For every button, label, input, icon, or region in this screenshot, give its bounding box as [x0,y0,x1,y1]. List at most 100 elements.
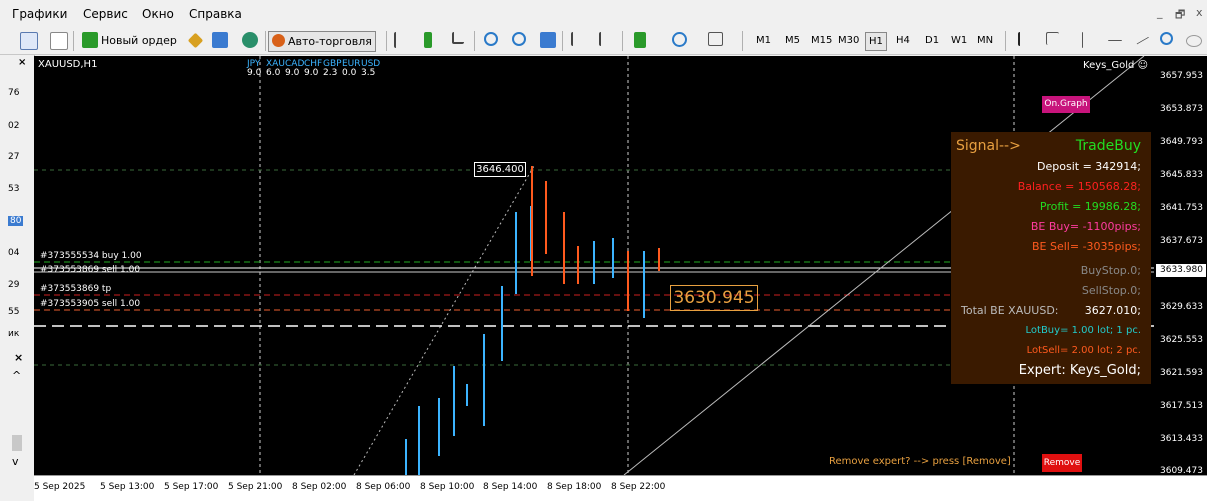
price-label: 3657.953 [1160,71,1203,81]
time-label: 8 Sep 18:00 [547,482,602,492]
zoom-in-icon[interactable] [484,32,498,46]
time-label: 8 Sep 14:00 [483,482,538,492]
balance: Balance = 150568.28; [1017,180,1141,193]
line-chart-icon[interactable] [452,32,464,44]
tf-m1[interactable]: M1 [753,32,774,49]
crosshair-icon[interactable] [1046,32,1059,45]
price-label: 3617.513 [1160,401,1203,411]
price-label: 3637.673 [1160,236,1203,246]
new-order-icon[interactable] [82,32,98,48]
chart-area[interactable]: XAUUSD,H1 JPY XAU CAD CHF GBP EUR USD 9.… [34,56,1154,475]
tf-m5[interactable]: M5 [782,32,803,49]
currency-value: 3.5 [361,68,376,78]
price-label: 3645.833 [1160,170,1203,180]
trendline-icon[interactable] [1136,36,1150,46]
order-label: #373553869 sell 1.00 [40,265,141,275]
profiles-icon[interactable] [50,32,68,50]
new-order-button[interactable]: Новый ордер [101,31,177,50]
menu-service[interactable]: Сервис [83,7,128,21]
total-be-value: 3627.010; [1084,304,1141,317]
candle-chart-icon[interactable] [424,32,432,48]
trade-signal: TradeBuy [1075,138,1141,154]
remove-button[interactable]: Remove [1042,454,1082,472]
left-panel: × 76 02 27 53 80 04 29 55 ик × ^ v [0,55,35,500]
vertical-line-icon[interactable] [1082,32,1084,48]
order-label: #373555534 buy 1.00 [40,251,142,261]
minimize-icon[interactable]: _ [1157,6,1163,19]
left-panel-value: 04 [8,248,20,258]
horizontal-line-icon[interactable] [1108,40,1122,42]
indicators-icon[interactable] [634,32,646,48]
tf-d1[interactable]: D1 [922,32,942,49]
time-label: 8 Sep 02:00 [292,482,347,492]
price-label: 3629.633 [1160,302,1203,312]
currency-value: 9.0 [304,68,319,78]
high-price-label: 3646.400 [474,162,526,177]
signal-label: Signal--> [956,138,1021,154]
time-label: 5 Sep 13:00 [100,482,155,492]
left-panel-value-selected[interactable]: 80 [8,216,24,226]
restore-icon[interactable]: 🗗 [1175,6,1185,25]
left-panel-value: 53 [8,184,20,194]
currency-value: 6.0 [266,68,281,78]
scroll-up-icon[interactable]: ^ [12,369,21,382]
scrollbar-thumb[interactable] [12,435,22,451]
close-icon[interactable]: x [1196,6,1203,19]
auto-trading-button[interactable]: Авто-торговля [268,31,376,52]
toolbar: Новый ордер Авто-торговля M1 M5 M15 M30 … [0,28,1207,55]
panel2-close-icon[interactable]: × [14,351,23,364]
expert-name-label: Keys_Gold ☺ [1083,60,1148,71]
tf-mn[interactable]: MN [974,32,996,49]
navigator-icon[interactable] [212,32,228,48]
sellstop: SellStop.0; [1081,284,1141,297]
tf-m15[interactable]: M15 [808,32,835,49]
tf-h4[interactable]: H4 [893,32,913,49]
price-label: 3649.793 [1160,137,1203,147]
time-label: 8 Sep 22:00 [611,482,666,492]
on-graph-button[interactable]: On.Graph [1042,96,1090,113]
time-scale: 5 Sep 2025 5 Sep 13:00 5 Sep 17:00 5 Sep… [34,475,1207,501]
time-label: 5 Sep 2025 [34,482,86,492]
price-label: 3613.433 [1160,434,1203,444]
chart-shift-icon[interactable] [571,32,583,46]
search-icon[interactable] [1160,32,1173,45]
remove-message: Remove expert? --> press [Remove] [829,456,1011,467]
new-chart-icon[interactable] [20,32,38,50]
symbol-label: XAUUSD,H1 [38,59,98,70]
menu-window[interactable]: Окно [142,7,174,21]
tf-m30[interactable]: M30 [835,32,862,49]
smiley-icon: ☺ [1137,60,1148,71]
menu-charts[interactable]: Графики [12,7,67,21]
scroll-down-icon[interactable]: v [12,455,19,468]
deposit: Deposit = 342914; [1037,160,1141,173]
be-sell: BE Sell= -3035pips; [1032,240,1141,253]
left-panel-value: 76 [8,88,20,98]
cursor-icon[interactable] [1018,32,1028,46]
left-panel-value: ик [8,329,20,339]
market-watch-icon[interactable] [187,32,204,49]
tile-windows-icon[interactable] [540,32,556,48]
chat-icon[interactable] [1186,35,1202,47]
autoscroll-icon[interactable] [599,32,611,46]
lot-sell: LotSell= 2.00 lot; 2 pc. [1026,345,1141,356]
currency-value: 0.0 [342,68,357,78]
profit: Profit = 19986.28; [1039,200,1141,213]
time-label: 5 Sep 17:00 [164,482,219,492]
left-panel-value: 29 [8,280,20,290]
zoom-out-icon[interactable] [512,32,526,46]
currency-value: 9.0 [247,68,262,78]
periods-clock-icon[interactable] [672,32,687,47]
templates-icon[interactable] [708,32,723,46]
menu-help[interactable]: Справка [189,7,242,21]
panel-close-icon[interactable]: × [18,57,26,68]
tf-h1[interactable]: H1 [865,32,887,51]
keys-label: Keys_Gold [1083,60,1135,71]
price-label: 3653.873 [1160,104,1203,114]
bar-chart-icon[interactable] [394,32,406,48]
tf-w1[interactable]: W1 [948,32,970,49]
signals-icon[interactable] [242,32,258,48]
lot-buy: LotBuy= 1.00 lot; 1 pc. [1025,325,1141,336]
left-panel-value: 55 [8,307,20,317]
time-label: 8 Sep 10:00 [420,482,475,492]
current-price-label: 3633.980 [1156,264,1206,277]
